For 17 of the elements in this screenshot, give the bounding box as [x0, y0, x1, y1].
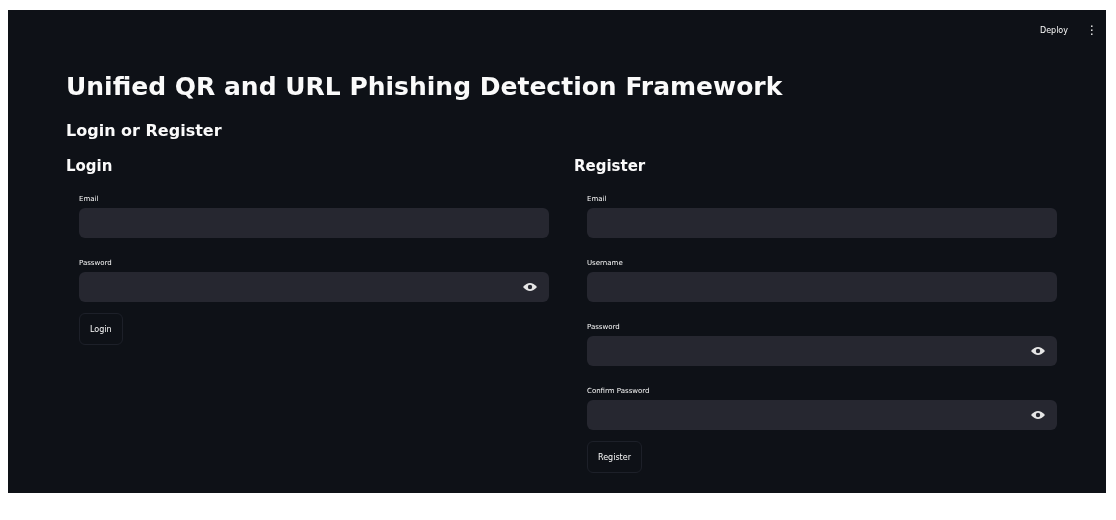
password-field[interactable] — [587, 336, 1057, 366]
section-heading: Login or Register — [66, 120, 223, 142]
page-title: Unified QR and URL Phishing Detection Framework — [66, 72, 784, 102]
menu-button[interactable]: ⋮ — [1084, 23, 1100, 37]
input-field[interactable] — [587, 272, 1057, 302]
form-heading: Register — [574, 156, 647, 177]
password-field[interactable] — [79, 272, 549, 302]
password-field[interactable] — [587, 400, 1057, 430]
deploy-button[interactable]: Deploy — [1038, 23, 1070, 37]
form-heading: Login — [66, 156, 114, 177]
submit-button[interactable]: Login — [79, 313, 123, 345]
eye-icon[interactable] — [1031, 346, 1045, 356]
submit-button[interactable]: Register — [587, 441, 642, 473]
input-field[interactable] — [587, 208, 1057, 238]
eye-icon[interactable] — [1031, 410, 1045, 420]
eye-icon[interactable] — [523, 282, 537, 292]
input-field[interactable] — [79, 208, 549, 238]
